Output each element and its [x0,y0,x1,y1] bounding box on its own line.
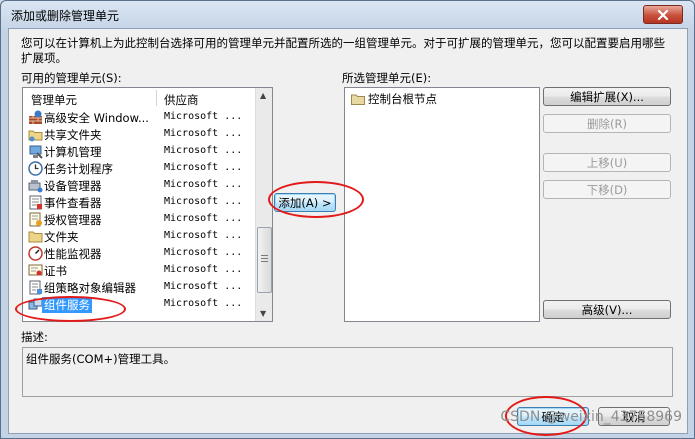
snapin-vendor: Microsoft ... [164,247,243,258]
move-up-button[interactable]: 上移(U) [543,153,671,172]
console-root-label: 控制台根节点 [368,92,437,106]
intro-text: 您可以在计算机上为此控制台选择可用的管理单元并配置所选的一组管理单元。对于可扩展… [21,36,665,65]
scrollbar-thumb[interactable] [257,227,272,293]
list-item[interactable]: 组策略对象编辑器 Microsoft ... [23,279,255,296]
component-services-icon [28,298,43,310]
edit-extensions-button[interactable]: 编辑扩展(X)... [543,87,671,106]
add-button[interactable]: 添加(A) > [274,193,336,212]
watermark-text: CSDN @weixin_43758969 [500,409,682,425]
certificate-icon [28,264,43,276]
snapin-vendor: Microsoft ... [164,145,243,156]
snapin-vendor: Microsoft ... [164,162,243,173]
column-header-snapin[interactable]: 管理单元 [31,92,77,108]
available-snapins-list[interactable]: 管理单元 供应商 高级安全 Window... Microsoft ... 共享文件… [22,87,273,322]
device-manager-icon [28,180,43,193]
snapin-vendor: Microsoft ... [164,298,243,309]
list-item[interactable]: 证书 Microsoft ... [23,262,255,279]
remove-button[interactable]: 删除(R) [543,114,671,133]
snapin-vendor: Microsoft ... [164,128,243,139]
list-item[interactable]: 组件服务 Microsoft ... [23,296,255,313]
scroll-down-arrow-icon[interactable]: ▼ [260,309,266,318]
available-snapins-label: 可用的管理单元(S): [21,71,122,85]
snapin-vendor: Microsoft ... [164,213,243,224]
snapin-name: 设备管理器 [44,179,102,193]
list-item[interactable]: 设备管理器 Microsoft ... [23,177,255,194]
list-item[interactable]: 共享文件夹 Microsoft ... [23,126,255,143]
task-scheduler-icon [28,161,43,176]
description-text: 组件服务(COM+)管理工具。 [26,352,176,366]
description-label: 描述: [21,330,48,344]
snapin-name: 计算机管理 [44,145,102,159]
shared-folder-icon [28,130,43,142]
selected-snapins-list[interactable]: 控制台根节点 [344,87,540,322]
snapin-vendor: Microsoft ... [164,179,243,190]
snapin-name: 性能监视器 [44,247,102,261]
snapin-name: 组件服务 [42,297,92,313]
list-item[interactable]: 事件查看器 Microsoft ... [23,194,255,211]
description-box: 组件服务(COM+)管理工具。 [22,347,673,397]
selected-snapins-label: 所选管理单元(E): [342,71,432,85]
list-item[interactable]: 授权管理器 Microsoft ... [23,211,255,228]
available-list-scrollbar[interactable]: ▲ ▼ [255,88,272,321]
list-item[interactable]: 高级安全 Window... Microsoft ... [23,109,255,126]
add-remove-snapins-dialog: 添加或删除管理单元 您可以在计算机上为此控制台选择可用的管理单元并配置所选的一组… [0,0,695,439]
snapin-vendor: Microsoft ... [164,111,243,122]
snapin-name: 高级安全 Window... [44,111,149,125]
scroll-up-arrow-icon[interactable]: ▲ [260,91,266,100]
computer-management-icon [29,145,43,159]
dialog-title: 添加或删除管理单元 [11,9,120,23]
performance-monitor-icon [28,246,43,261]
folder-icon [28,231,43,243]
snapin-vendor: Microsoft ... [164,264,243,275]
event-viewer-icon [29,195,42,210]
snapin-vendor: Microsoft ... [164,281,243,292]
snapin-name: 授权管理器 [44,213,102,227]
snapin-name: 共享文件夹 [44,128,102,142]
folder-icon [351,94,365,105]
list-item[interactable]: 计算机管理 Microsoft ... [23,143,255,160]
list-header: 管理单元 供应商 [23,88,255,108]
list-item[interactable]: 性能监视器 Microsoft ... [23,245,255,262]
snapin-name: 事件查看器 [44,196,102,210]
snapin-vendor: Microsoft ... [164,230,243,241]
title-bar[interactable]: 添加或删除管理单元 [1,1,694,28]
dialog-body: 您可以在计算机上为此控制台选择可用的管理单元并配置所选的一组管理单元。对于可扩展… [8,28,688,434]
snapin-vendor: Microsoft ... [164,196,243,207]
authorization-manager-icon [29,212,42,227]
move-down-button[interactable]: 下移(D) [543,180,671,199]
list-item[interactable]: 文件夹 Microsoft ... [23,228,255,245]
snapin-name: 组策略对象编辑器 [44,281,136,295]
group-policy-icon [29,280,42,295]
close-icon [657,9,669,20]
advanced-button[interactable]: 高级(V)... [543,300,671,319]
column-header-vendor[interactable]: 供应商 [164,92,199,108]
close-button[interactable] [643,5,683,24]
snapin-name: 任务计划程序 [44,162,113,176]
snapin-name: 证书 [44,264,67,278]
firewall-icon [29,110,42,124]
snapin-name: 文件夹 [44,230,79,244]
list-item[interactable]: 任务计划程序 Microsoft ... [23,160,255,177]
